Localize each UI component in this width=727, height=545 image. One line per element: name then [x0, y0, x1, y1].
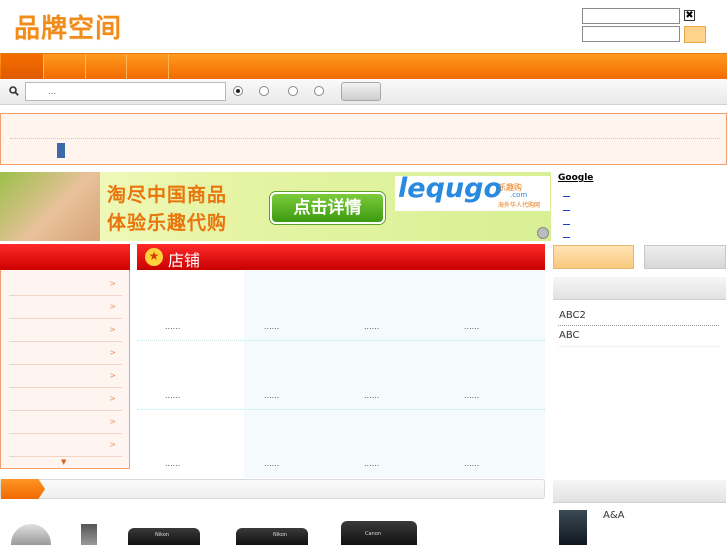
camera-photo	[236, 528, 308, 545]
category-item[interactable]: >	[9, 411, 122, 434]
product-photo	[81, 524, 97, 545]
shop-item-name[interactable]: ......	[464, 322, 479, 331]
right-link-divider	[558, 325, 719, 326]
chevron-right-icon: >	[109, 440, 116, 449]
shop-item-name[interactable]: ......	[264, 391, 279, 400]
shop-item-name[interactable]: ......	[165, 459, 180, 468]
product-thumb-2[interactable]: Nikon	[120, 524, 211, 545]
shop-item-name[interactable]: ......	[464, 459, 479, 468]
chevron-right-icon: >	[109, 302, 116, 311]
shop-item-name[interactable]: ......	[165, 322, 180, 331]
shops-row-divider	[137, 340, 545, 341]
notice-divider	[10, 138, 720, 139]
category-item[interactable]: >	[9, 388, 122, 411]
notice-box	[0, 113, 727, 165]
banner-info-icon[interactable]	[537, 227, 549, 239]
username-input[interactable]	[582, 8, 680, 24]
main-nav	[0, 53, 727, 79]
product-thumb-3[interactable]: Nikon	[228, 524, 319, 545]
category-item[interactable]: >	[9, 296, 122, 319]
banner-brand-sub: 海外华人代购网	[498, 202, 541, 209]
search-scope-radio-2[interactable]	[259, 86, 269, 96]
camera-brand: Canon	[365, 531, 381, 537]
site-logo[interactable]: 品牌空间	[14, 8, 122, 45]
google-ad-link[interactable]	[563, 237, 570, 238]
search-scope-radio-1[interactable]	[233, 86, 243, 96]
camera-brand: Nikon	[155, 532, 170, 538]
right-box-header	[553, 277, 726, 300]
category-item[interactable]: >	[9, 342, 122, 365]
chevron-right-icon: >	[109, 325, 116, 334]
category-item[interactable]: >	[9, 434, 122, 457]
thumb-label[interactable]: A&A	[603, 510, 624, 521]
shop-item-name[interactable]: ......	[264, 459, 279, 468]
chevron-right-icon: >	[109, 279, 116, 288]
chevron-right-icon: >	[109, 417, 116, 426]
banner-brand-domain: .com	[510, 191, 528, 199]
shops-title: 店铺	[168, 251, 201, 270]
shops-row-divider	[137, 409, 545, 410]
nav-item-4[interactable]	[127, 54, 169, 79]
category-item[interactable]: >	[9, 365, 122, 388]
shop-item-name[interactable]: ......	[464, 391, 479, 400]
shop-item-name[interactable]: ......	[364, 322, 379, 331]
search-icon	[9, 86, 19, 96]
google-ad-link[interactable]	[563, 196, 570, 197]
search-button[interactable]	[341, 82, 381, 101]
banner-headline-1: 淘尽中国商品	[107, 184, 228, 206]
banner-photo	[0, 172, 100, 241]
products-bar	[0, 479, 545, 499]
right-link-2[interactable]: ABC	[559, 330, 719, 341]
avatar[interactable]	[559, 510, 587, 545]
shop-item-name[interactable]: ......	[364, 459, 379, 468]
chevron-right-icon: >	[109, 371, 116, 380]
product-photo	[11, 524, 51, 545]
category-item[interactable]: >	[9, 319, 122, 342]
search-scope-radio-3[interactable]	[288, 86, 298, 96]
nav-item-2[interactable]	[44, 54, 86, 79]
category-panel-header	[0, 244, 130, 270]
expand-more-icon[interactable]: ▼	[61, 458, 66, 466]
close-icon[interactable]: ✖	[684, 10, 695, 21]
shops-column-1	[137, 270, 244, 478]
right-tab-2[interactable]	[644, 245, 726, 269]
category-item[interactable]: >	[9, 273, 122, 296]
login-button[interactable]	[684, 26, 706, 43]
search-input[interactable]	[25, 82, 226, 101]
right-tab-1[interactable]	[553, 245, 634, 269]
google-ad-link[interactable]	[563, 224, 570, 225]
banner-brand-logo: lequgo	[398, 173, 502, 204]
password-input[interactable]	[582, 26, 680, 42]
chevron-right-icon: >	[109, 348, 116, 357]
google-ads-title[interactable]: Google	[558, 173, 617, 183]
shop-item-name[interactable]: ......	[264, 322, 279, 331]
product-thumb-1[interactable]	[11, 520, 103, 545]
right-box-2-header	[553, 480, 726, 503]
google-ad-link[interactable]	[563, 210, 570, 211]
notice-marker	[57, 143, 65, 158]
right-link-1[interactable]: ABC2	[559, 310, 719, 321]
banner-details-button[interactable]: 点击详情	[270, 192, 385, 224]
chevron-right-icon: >	[109, 394, 116, 403]
shop-item-name[interactable]: ......	[364, 391, 379, 400]
banner-headline-2: 体验乐趣代购	[107, 212, 228, 234]
nav-item-3[interactable]	[86, 54, 127, 79]
nav-item-home[interactable]	[1, 54, 44, 79]
products-tab[interactable]	[1, 479, 45, 499]
product-thumb-4[interactable]: Canon	[335, 513, 426, 545]
star-icon: ★	[145, 248, 163, 266]
search-scope-radio-4[interactable]	[314, 86, 324, 96]
shop-item-name[interactable]: ......	[165, 391, 180, 400]
camera-brand: Nikon	[273, 532, 288, 538]
right-link-divider	[558, 346, 719, 347]
